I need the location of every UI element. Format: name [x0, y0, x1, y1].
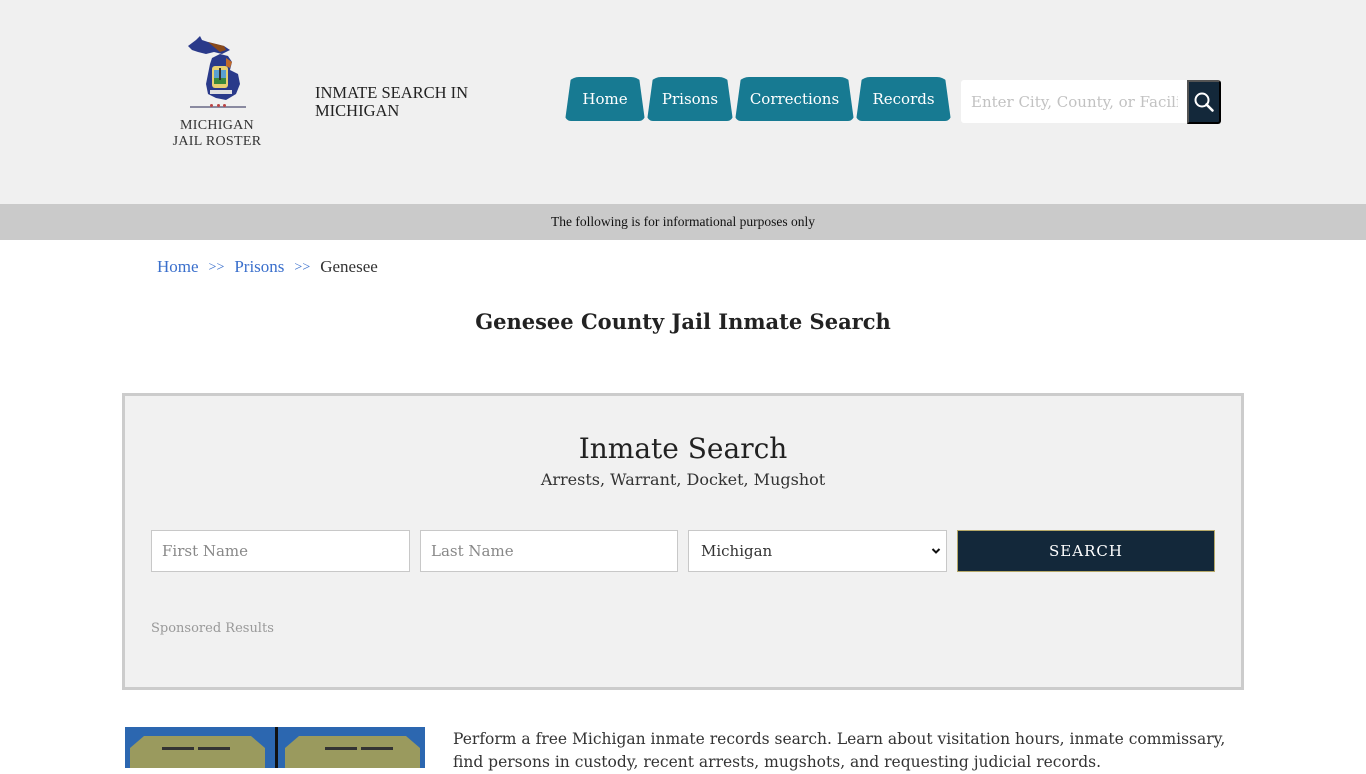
intro-paragraph: Perform a free Michigan inmate records s…	[453, 730, 1226, 771]
building-window	[162, 747, 194, 750]
chevron-down-icon	[931, 548, 941, 554]
nav-home[interactable]: Home	[565, 77, 645, 121]
info-disclaimer-bar: The following is for informational purpo…	[0, 204, 1366, 240]
image-divider	[275, 727, 278, 768]
building-window	[361, 747, 393, 750]
breadcrumb-prisons[interactable]: Prisons	[234, 257, 284, 279]
search-submit-button[interactable]: SEARCH	[957, 530, 1215, 572]
logo-dots	[210, 104, 226, 109]
main-nav: Home Prisons Corrections Records	[565, 77, 953, 121]
last-name-input[interactable]	[420, 530, 678, 572]
michigan-map-icon	[188, 36, 240, 100]
logo-text: MICHIGAN JAIL ROSTER	[168, 118, 266, 150]
panel-title: Inmate Search	[578, 432, 788, 465]
building-window	[198, 747, 230, 750]
site-title: INMATE SEARCH IN MICHIGAN	[315, 83, 469, 120]
breadcrumb-home[interactable]: Home	[157, 257, 199, 279]
logo-line-2: JAIL ROSTER	[172, 134, 262, 149]
nav-corrections[interactable]: Corrections	[735, 77, 854, 121]
site-logo[interactable]: MICHIGAN JAIL ROSTER	[168, 32, 268, 156]
location-search-input[interactable]	[961, 80, 1188, 123]
breadcrumb-separator: >>	[294, 260, 311, 275]
location-search-button[interactable]	[1187, 80, 1221, 124]
state-select[interactable]: Michigan	[688, 530, 947, 572]
breadcrumb-separator: >>	[208, 260, 225, 275]
jail-building-image	[125, 727, 425, 768]
breadcrumb-current: Genesee	[320, 257, 378, 276]
sponsored-results-label: Sponsored Results	[151, 621, 274, 636]
panel-subtitle: Arrests, Warrant, Docket, Mugshot	[540, 470, 826, 489]
nav-records[interactable]: Records	[856, 77, 951, 121]
search-icon	[1194, 92, 1214, 112]
building-window	[325, 747, 357, 750]
site-header: MICHIGAN JAIL ROSTER INMATE SEARCH IN MI…	[0, 0, 1366, 204]
building-left	[130, 736, 265, 768]
inmate-search-panel: Inmate Search Arrests, Warrant, Docket, …	[122, 393, 1244, 690]
breadcrumb: Home >> Prisons >> Genesee	[157, 257, 378, 279]
building-right	[285, 736, 420, 768]
first-name-input[interactable]	[151, 530, 410, 572]
nav-prisons[interactable]: Prisons	[647, 77, 733, 121]
page-title: Genesee County Jail Inmate Search	[475, 309, 891, 334]
logo-line-1: MICHIGAN	[180, 118, 254, 133]
